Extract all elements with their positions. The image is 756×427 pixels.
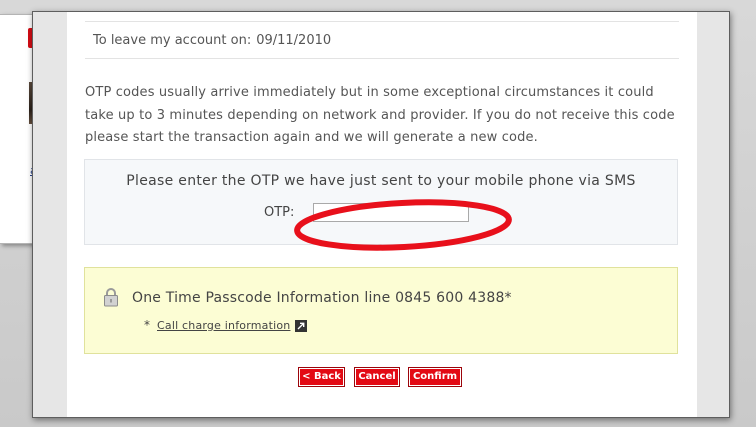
otp-prompt: Please enter the OTP we have just sent t…: [126, 173, 636, 189]
leave-account-date: 09/11/2010: [256, 33, 332, 48]
passcode-info-line: One Time Passcode Information line 0845 …: [132, 290, 512, 306]
external-link-icon[interactable]: [295, 320, 307, 332]
call-charge-link[interactable]: Call charge information: [157, 319, 290, 332]
otp-label: OTP:: [264, 205, 295, 220]
leave-account-row: To leave my account on: 09/11/2010: [85, 21, 679, 59]
otp-notice-text: OTP codes usually arrive immediately but…: [85, 85, 675, 145]
padlock-icon: [104, 288, 118, 307]
confirm-button[interactable]: Confirm: [408, 367, 462, 387]
back-button[interactable]: < Back: [298, 367, 345, 387]
otp-entry-panel: Please enter the OTP we have just sent t…: [84, 159, 678, 245]
otp-dialog: To leave my account on: 09/11/2010 OTP co…: [32, 11, 730, 418]
button-row: < Back Cancel Confirm: [67, 367, 697, 389]
passcode-info-panel: One Time Passcode Information line 0845 …: [84, 267, 678, 354]
leave-account-label: To leave my account on:: [93, 33, 252, 48]
otp-input[interactable]: [313, 203, 469, 222]
footnote-marker: *: [144, 318, 150, 332]
cancel-button[interactable]: Cancel: [354, 367, 400, 387]
dialog-content: To leave my account on: 09/11/2010 OTP co…: [67, 12, 697, 417]
